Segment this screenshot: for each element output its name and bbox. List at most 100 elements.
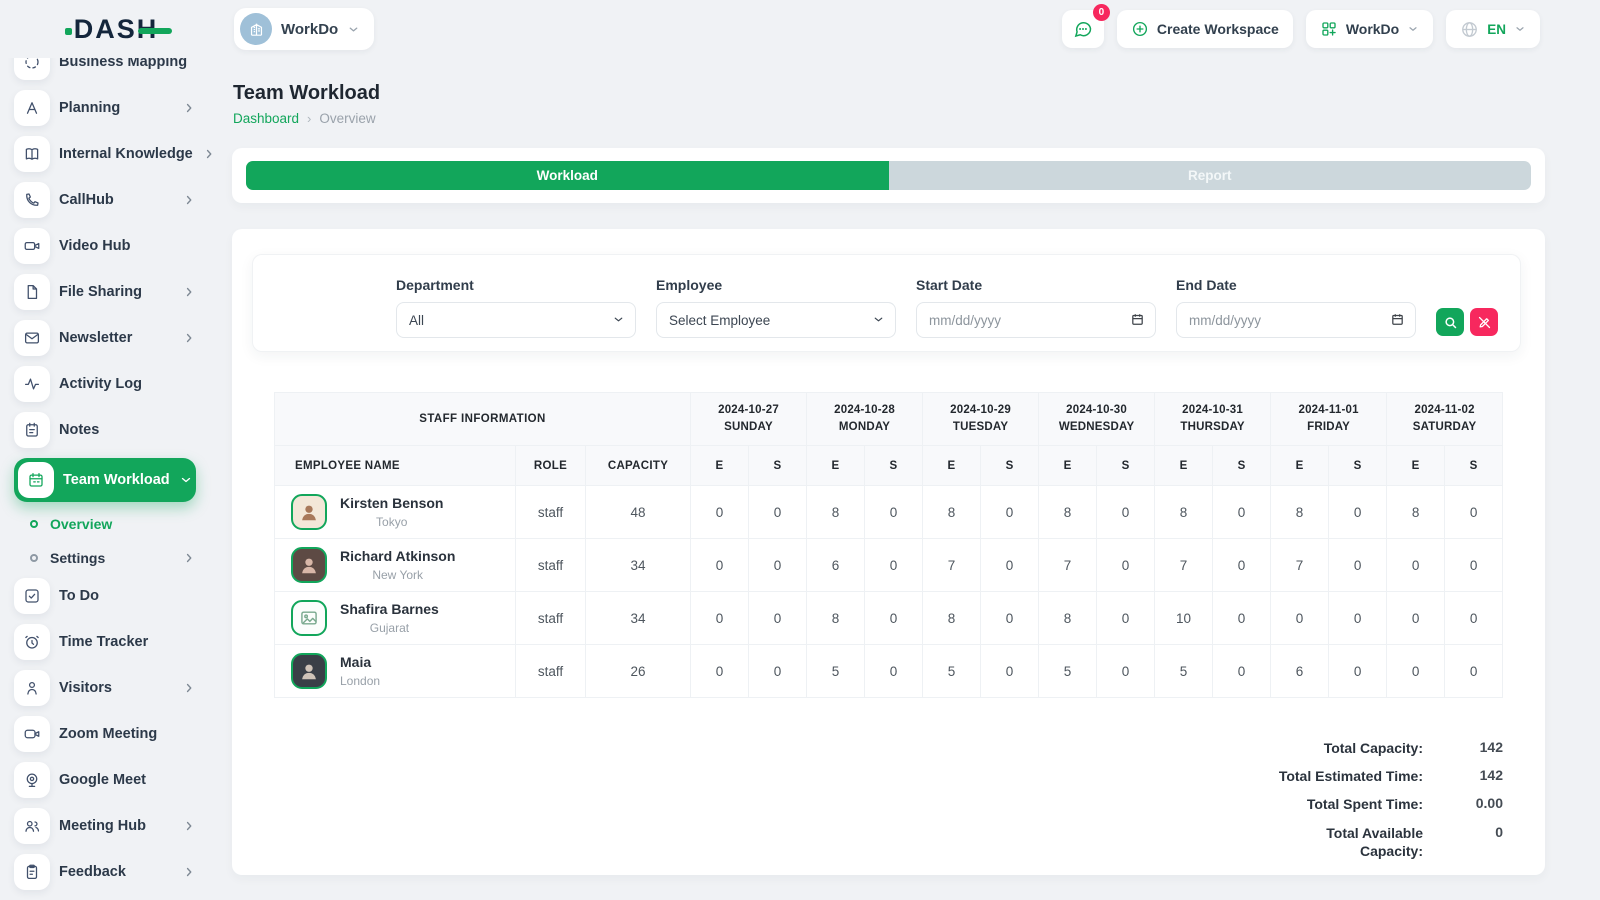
app-root: DASH WorkDo 0 Cre [0, 0, 1600, 900]
total-value: 0 [1423, 824, 1503, 840]
spent-value-cell: 0 [865, 539, 923, 592]
start-date-input[interactable] [916, 302, 1156, 338]
video-hub-icon [14, 228, 50, 264]
totals-summary: Total Capacity: 142Total Estimated Time:… [1263, 739, 1503, 860]
spent-value-cell: 0 [1329, 645, 1387, 698]
employee-avatar [291, 494, 327, 530]
sidebar-nav: Business Mapping Planning Internal Knowled… [0, 58, 232, 890]
employee-name: Kirsten Benson [340, 495, 443, 513]
role-header: ROLE [516, 446, 586, 486]
estimated-value-cell: 0 [1271, 592, 1329, 645]
meeting-hub-icon [14, 808, 50, 844]
sidebar-item-google-meet[interactable]: Google Meet [14, 762, 196, 798]
spent-value-cell: 0 [749, 486, 807, 539]
create-workspace-button[interactable]: Create Workspace [1117, 10, 1293, 48]
end-date-input[interactable] [1176, 302, 1416, 338]
internal-knowledge-icon [14, 136, 50, 172]
filter-actions [1436, 308, 1498, 336]
spent-value-cell: 0 [981, 592, 1039, 645]
estimated-value-cell: 5 [1039, 645, 1097, 698]
language-selector[interactable]: EN [1446, 10, 1540, 48]
estimated-value-cell: 0 [691, 539, 749, 592]
estimated-value-cell: 0 [1387, 539, 1445, 592]
sidebar-item-business-mapping[interactable]: Business Mapping [14, 58, 196, 80]
estimated-value-cell: 0 [691, 486, 749, 539]
sidebar-item-activity-log[interactable]: Activity Log [14, 366, 196, 402]
sidebar-subitem-overview[interactable]: Overview [30, 510, 196, 538]
workspace-avatar [240, 13, 272, 45]
estimated-value-cell: 8 [1271, 486, 1329, 539]
workdo-menu-button[interactable]: WorkDo [1306, 10, 1433, 48]
day-column-header: 2024-10-31THURSDAY [1155, 393, 1271, 446]
chat-badge: 0 [1093, 4, 1110, 21]
employee-avatar [291, 547, 327, 583]
tab-workload[interactable]: Workload [246, 161, 889, 190]
employee-cell: Shafira Barnes Gujarat [275, 592, 516, 645]
estimated-value-cell: 10 [1155, 592, 1213, 645]
department-select[interactable]: All [396, 302, 636, 338]
create-workspace-label: Create Workspace [1157, 21, 1279, 37]
sidebar-item-internal-knowledge[interactable]: Internal Knowledge [14, 136, 196, 172]
search-button[interactable] [1436, 308, 1464, 336]
estimated-value-cell: 6 [1271, 645, 1329, 698]
estimated-value-cell: 5 [807, 645, 865, 698]
spent-value-cell: 0 [1097, 645, 1155, 698]
sidebar-subitem-label: Settings [50, 550, 170, 566]
spent-value-cell: 0 [1213, 592, 1271, 645]
chevron-right-icon [182, 551, 196, 565]
sidebar-item-file-sharing[interactable]: File Sharing [14, 274, 196, 310]
activity-log-icon [14, 366, 50, 402]
employee-location: Gujarat [340, 621, 439, 635]
role-cell: staff [516, 539, 586, 592]
employee-filter: Employee Select Employee [656, 277, 896, 338]
estimated-subheader: E [1155, 446, 1213, 486]
employee-select[interactable]: Select Employee [656, 302, 896, 338]
sidebar-item-feedback[interactable]: Feedback [14, 854, 196, 890]
sidebar-subitem-settings[interactable]: Settings [30, 544, 196, 572]
estimated-value-cell: 8 [1387, 486, 1445, 539]
chevron-right-icon [182, 819, 196, 833]
tab-report[interactable]: Report [889, 161, 1532, 190]
employee-location: New York [340, 568, 455, 582]
spent-value-cell: 0 [981, 486, 1039, 539]
spent-value-cell: 0 [1097, 486, 1155, 539]
sidebar-item-planning[interactable]: Planning [14, 90, 196, 126]
visitors-icon [14, 670, 50, 706]
sidebar-item-callhub[interactable]: CallHub [14, 182, 196, 218]
feedback-icon [14, 854, 50, 890]
messages-button[interactable]: 0 [1062, 10, 1104, 48]
breadcrumb-current: Overview [319, 111, 375, 126]
sidebar-item-to-do[interactable]: To Do [14, 578, 196, 614]
total-value: 142 [1423, 767, 1503, 783]
spent-value-cell: 0 [1445, 486, 1503, 539]
sidebar-item-notes[interactable]: Notes [14, 412, 196, 448]
estimated-value-cell: 7 [1271, 539, 1329, 592]
sidebar-item-video-hub[interactable]: Video Hub [14, 228, 196, 264]
estimated-value-cell: 8 [807, 592, 865, 645]
spent-value-cell: 0 [1213, 486, 1271, 539]
role-cell: staff [516, 486, 586, 539]
breadcrumb-dashboard-link[interactable]: Dashboard [233, 111, 299, 126]
planning-icon [14, 90, 50, 126]
sidebar-item-label: Meeting Hub [59, 818, 173, 834]
estimated-value-cell: 7 [923, 539, 981, 592]
search-icon [1443, 315, 1458, 330]
sidebar-item-zoom-meeting[interactable]: Zoom Meeting [14, 716, 196, 752]
spent-value-cell: 0 [749, 539, 807, 592]
sidebar-item-meeting-hub[interactable]: Meeting Hub [14, 808, 196, 844]
workspace-selector[interactable]: WorkDo [234, 8, 374, 50]
start-date-label: Start Date [916, 277, 1156, 293]
chevron-right-icon [182, 331, 196, 345]
total-row-total-estimated-time: Total Estimated Time: 142 [1263, 767, 1503, 785]
tab-bar: Workload Report [246, 161, 1531, 190]
spent-value-cell: 0 [981, 539, 1039, 592]
day-column-header: 2024-10-27SUNDAY [691, 393, 807, 446]
sidebar-item-newsletter[interactable]: Newsletter [14, 320, 196, 356]
reset-filter-button[interactable] [1470, 308, 1498, 336]
sidebar-item-team-workload[interactable]: Team Workload [14, 458, 196, 502]
sidebar-item-visitors[interactable]: Visitors [14, 670, 196, 706]
newsletter-icon [14, 320, 50, 356]
sidebar-item-time-tracker[interactable]: Time Tracker [14, 624, 196, 660]
estimated-value-cell: 8 [807, 486, 865, 539]
spent-value-cell: 0 [749, 592, 807, 645]
